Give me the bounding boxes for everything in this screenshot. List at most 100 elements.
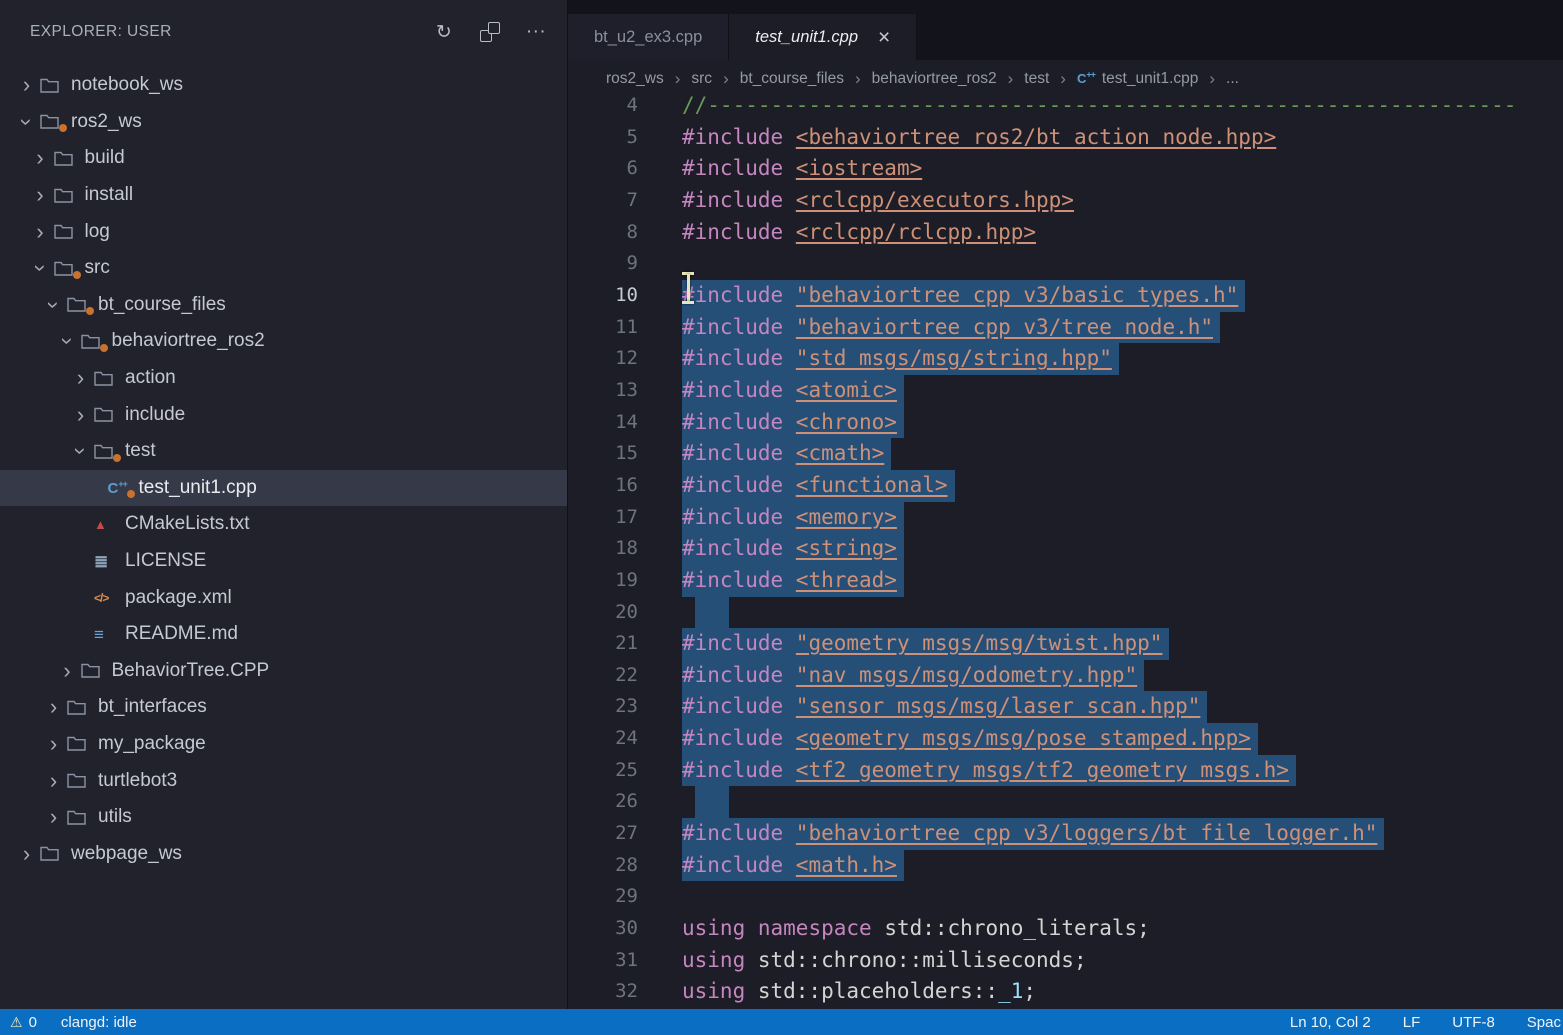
tree-item-bt_interfaces[interactable]: ›bt_interfaces [0, 689, 567, 726]
code-line-14[interactable]: 14#include <chrono> [568, 407, 1563, 439]
breadcrumb-item-...[interactable]: ... [1226, 70, 1239, 88]
breadcrumb-item-src[interactable]: src [691, 70, 712, 88]
code-line-18[interactable]: 18#include <string> [568, 533, 1563, 565]
tree-item-BehaviorTree.CPP[interactable]: › BehaviorTree.CPP [0, 653, 567, 690]
chevron-right-icon[interactable]: › [40, 770, 67, 792]
tree-item-bt_course_files[interactable]: ›bt_course_files [0, 287, 567, 324]
code-token: #include [682, 631, 796, 655]
code-line-19[interactable]: 19#include <thread> [568, 565, 1563, 597]
tree-item-CMakeLists.txt[interactable]: ▲CMakeLists.txt [0, 506, 567, 543]
code-line-17[interactable]: 17#include <memory> [568, 502, 1563, 534]
problems-indicator[interactable]: ⚠ 0 [10, 1014, 37, 1031]
breadcrumb-item-bt_course_files[interactable]: bt_course_files [740, 70, 844, 88]
chevron-right-icon[interactable]: › [40, 806, 67, 828]
code-line-26[interactable]: 26 [568, 786, 1563, 818]
chevron-down-icon[interactable]: › [43, 291, 65, 318]
chevron-right-icon[interactable]: › [13, 843, 40, 865]
breadcrumb-item-behaviortree_ros2[interactable]: behaviortree_ros2 [872, 70, 997, 88]
chevron-right-icon[interactable]: › [54, 660, 81, 682]
chevron-right-icon[interactable]: › [67, 404, 94, 426]
code-line-12[interactable]: 12#include "std_msgs/msg/string.hpp" [568, 343, 1563, 375]
tree-item-include[interactable]: ›include [0, 396, 567, 433]
tree-item-behaviortree_ros2[interactable]: ›behaviortree_ros2 [0, 323, 567, 360]
chevron-right-icon[interactable]: › [13, 74, 40, 96]
collapse-folders-icon[interactable] [479, 21, 501, 43]
code-line-15[interactable]: 15#include <cmath> [568, 438, 1563, 470]
tree-item-test[interactable]: ›test [0, 433, 567, 470]
code-token: using [682, 916, 745, 940]
tree-item-build[interactable]: ›build [0, 140, 567, 177]
breadcrumb-item-test_unit1.cpp[interactable]: C++test_unit1.cpp [1077, 70, 1198, 88]
chevron-down-icon[interactable]: › [70, 438, 92, 465]
tree-item-package.xml[interactable]: </>package.xml [0, 579, 567, 616]
code-line-23[interactable]: 23#include "sensor_msgs/msg/laser_scan.h… [568, 691, 1563, 723]
code-line-20[interactable]: 20 [568, 597, 1563, 629]
chevron-right-icon[interactable]: › [27, 147, 54, 169]
tree-item-log[interactable]: ›log [0, 213, 567, 250]
chevron-right-icon[interactable]: › [40, 696, 67, 718]
code-line-31[interactable]: 31using std::chrono::milliseconds; [568, 945, 1563, 977]
warning-icon: ⚠ [10, 1014, 23, 1031]
code-line-30[interactable]: 30using namespace std::chrono_literals; [568, 913, 1563, 945]
tree-item-webpage_ws[interactable]: ›webpage_ws [0, 835, 567, 872]
code-line-7[interactable]: 7#include <rclcpp/executors.hpp> [568, 185, 1563, 217]
breadcrumb-separator: › [723, 69, 729, 89]
tab-bt_u2_ex3.cpp[interactable]: bt_u2_ex3.cpp [568, 14, 729, 60]
code-line-9[interactable]: 9 [568, 248, 1563, 280]
breadcrumb-item-ros2_ws[interactable]: ros2_ws [606, 70, 664, 88]
chevron-right-icon[interactable]: › [40, 733, 67, 755]
eol-indicator[interactable]: LF [1403, 1014, 1421, 1031]
code-line-21[interactable]: 21#include "geometry_msgs/msg/twist.hpp" [568, 628, 1563, 660]
code-line-11[interactable]: 11#include "behaviortree_cpp_v3/tree_nod… [568, 312, 1563, 344]
chevron-down-icon[interactable]: › [56, 328, 78, 355]
code-token: <memory> [796, 505, 897, 529]
code-line-24[interactable]: 24#include <geometry_msgs/msg/pose_stamp… [568, 723, 1563, 755]
modified-dot [73, 271, 81, 279]
tree-item-install[interactable]: ›install [0, 177, 567, 214]
code-line-25[interactable]: 25#include <tf2_geometry_msgs/tf2_geomet… [568, 755, 1563, 787]
tree-item-notebook_ws[interactable]: ›notebook_ws [0, 67, 567, 104]
code-line-16[interactable]: 16#include <functional> [568, 470, 1563, 502]
code-line-13[interactable]: 13#include <atomic> [568, 375, 1563, 407]
tree-item-LICENSE[interactable]: ≣LICENSE [0, 543, 567, 580]
tab-test_unit1.cpp[interactable]: test_unit1.cpp× [729, 14, 917, 60]
close-icon[interactable]: × [878, 27, 890, 48]
chevron-right-icon[interactable]: › [27, 221, 54, 243]
tree-item-utils[interactable]: ›utils [0, 799, 567, 836]
code-line-6[interactable]: 6#include <iostream> [568, 153, 1563, 185]
indentation-indicator[interactable]: Spac [1527, 1014, 1561, 1031]
tree-item-my_package[interactable]: ›my_package [0, 726, 567, 763]
tree-item-action[interactable]: ›action [0, 360, 567, 397]
selection-highlight: #include <functional> [682, 470, 955, 502]
tree-item-ros2_ws[interactable]: ›ros2_ws [0, 104, 567, 141]
line-number: 8 [568, 217, 638, 249]
encoding-indicator[interactable]: UTF-8 [1452, 1014, 1495, 1031]
chevron-down-icon[interactable]: › [29, 255, 51, 282]
status-left: ⚠ 0 clangd: idle [10, 1014, 137, 1031]
tree-item-test_unit1.cpp[interactable]: C++test_unit1.cpp [0, 470, 567, 507]
tree-item-src[interactable]: ›src [0, 250, 567, 287]
code-line-22[interactable]: 22#include "nav_msgs/msg/odometry.hpp" [568, 660, 1563, 692]
tree-item-README.md[interactable]: ≡README.md [0, 616, 567, 653]
code-line-29[interactable]: 29 [568, 881, 1563, 913]
more-actions-icon[interactable]: ··· [525, 21, 547, 43]
chevron-right-icon[interactable]: › [27, 184, 54, 206]
tree-item-label: BehaviorTree.CPP [112, 660, 270, 682]
code-line-8[interactable]: 8#include <rclcpp/rclcpp.hpp> [568, 217, 1563, 249]
code-line-27[interactable]: 27#include "behaviortree_cpp_v3/loggers/… [568, 818, 1563, 850]
clangd-status[interactable]: clangd: idle [61, 1014, 137, 1031]
breadcrumb-item-test[interactable]: test [1024, 70, 1049, 88]
chevron-down-icon[interactable]: › [16, 108, 38, 135]
chevron-right-icon[interactable]: › [67, 367, 94, 389]
code-line-32[interactable]: 32using std::placeholders::_1; [568, 976, 1563, 1008]
refresh-icon[interactable]: ↻ [433, 21, 455, 43]
tree-item-label: turtlebot3 [98, 770, 177, 792]
cursor-position[interactable]: Ln 10, Col 2 [1290, 1014, 1371, 1031]
code-line-28[interactable]: 28#include <math.h> [568, 850, 1563, 882]
code-editor[interactable]: 4//-------------------------------------… [568, 90, 1563, 1009]
code-line-4[interactable]: 4//-------------------------------------… [568, 90, 1563, 122]
tree-item-turtlebot3[interactable]: › turtlebot3 [0, 762, 567, 799]
code-line-10[interactable]: 10#include "behaviortree_cpp_v3/basic_ty… [568, 280, 1563, 312]
folder-icon [94, 406, 125, 423]
code-line-5[interactable]: 5#include <behaviortree_ros2/bt_action_n… [568, 122, 1563, 154]
